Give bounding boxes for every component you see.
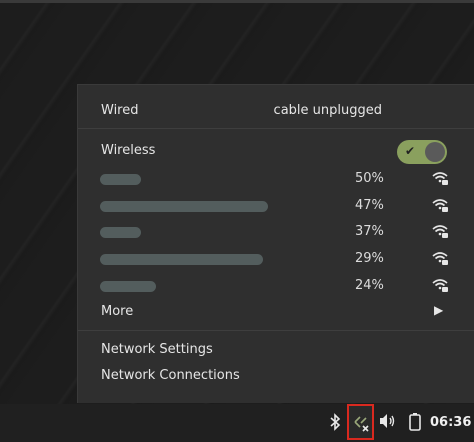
network-settings-label: Network Settings [101,342,213,357]
network-name-redacted [100,281,156,292]
signal-strength: 47% [355,198,384,213]
check-icon: ✔ [405,144,416,158]
network-item[interactable]: 24% [78,278,474,298]
wired-status: cable unplugged [273,103,382,118]
network-item[interactable]: 50% [78,171,474,191]
volume-icon[interactable] [379,413,397,433]
network-applet-button[interactable] [347,404,374,440]
network-name-redacted [100,227,141,238]
signal-strength: 50% [355,171,384,186]
separator [78,128,474,129]
battery-icon[interactable] [408,413,422,435]
more-submenu[interactable]: More ▶ [78,303,474,324]
network-name-redacted [100,174,141,185]
arrow-right-icon: ▶ [434,303,444,317]
network-item[interactable]: 29% [78,251,474,271]
wifi-secure-icon [432,279,448,292]
wifi-secure-icon [432,199,448,212]
wired-label: Wired [101,103,139,118]
wireless-toggle[interactable]: ✔ [397,140,447,164]
signal-strength: 37% [355,224,384,239]
signal-strength: 24% [355,278,384,293]
network-connections-item[interactable]: Network Connections [78,368,474,388]
bluetooth-icon[interactable] [329,413,341,435]
separator [78,330,474,331]
network-connections-label: Network Connections [101,368,240,383]
clock[interactable]: 06:36 [430,415,471,430]
bottom-panel: 06:36 [0,404,474,442]
more-label: More [101,304,134,319]
network-settings-item[interactable]: Network Settings [78,342,474,362]
wifi-secure-icon [432,225,448,238]
toggle-knob [425,142,445,162]
wireless-label: Wireless [101,143,156,158]
network-disconnected-icon [354,416,369,432]
signal-strength: 29% [355,251,384,266]
wifi-secure-icon [432,252,448,265]
network-item[interactable]: 37% [78,224,474,244]
window-edge [0,0,474,3]
network-name-redacted [100,201,268,212]
network-menu: Wired cable unplugged Wireless ✔ 50% 47% [77,84,474,403]
network-item[interactable]: 47% [78,198,474,218]
network-name-redacted [100,254,263,265]
wifi-secure-icon [432,172,448,185]
